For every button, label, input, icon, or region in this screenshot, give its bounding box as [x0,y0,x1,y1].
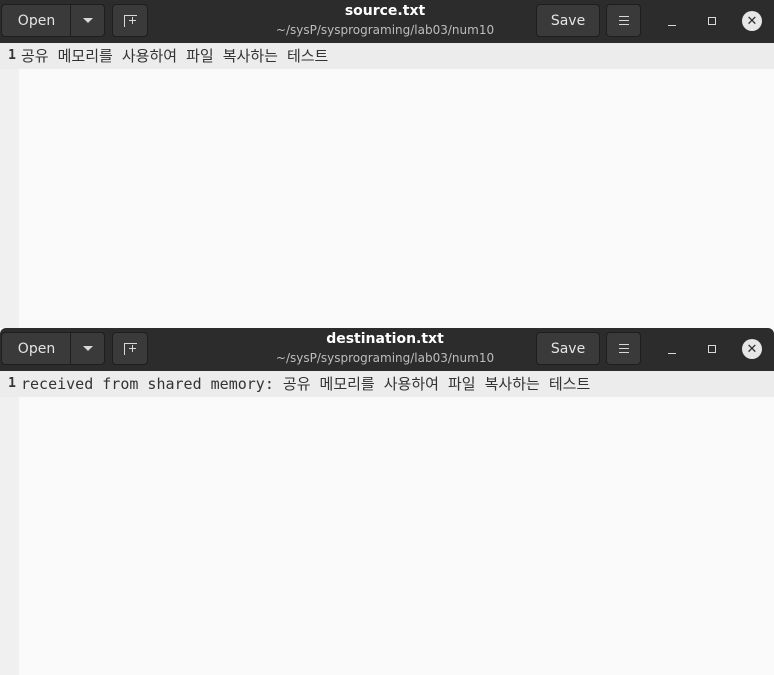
open-recent-dropdown-button[interactable] [70,4,105,37]
editor-window-source: Open source.txt ~/sysP/sysprograming/lab… [0,0,774,328]
window-title: destination.txt [326,331,444,347]
open-button[interactable]: Open [1,332,71,365]
close-icon: ✕ [742,11,762,31]
open-button[interactable]: Open [1,4,71,37]
text-area[interactable]: 공유 메모리를 사용하여 파일 복사하는 테스트 [19,43,774,328]
line-number-gutter: 1 [0,43,19,328]
minimize-icon [668,352,676,354]
new-document-icon [123,342,137,355]
save-button-label: Save [550,12,586,29]
minimize-button[interactable] [661,338,683,360]
maximize-button[interactable] [701,338,723,360]
new-document-button[interactable] [112,332,148,365]
save-button-label: Save [550,340,586,357]
maximize-icon [708,345,716,353]
new-document-icon [123,14,137,27]
maximize-button[interactable] [701,10,723,32]
save-button[interactable]: Save [536,332,600,365]
window-title-block: destination.txt ~/sysP/sysprograming/lab… [200,332,570,364]
line-number: 1 [0,371,19,397]
maximize-icon [708,17,716,25]
window-subtitle-path: ~/sysP/sysprograming/lab03/num10 [275,23,495,37]
text-area[interactable]: received from shared memory: 공유 메모리를 사용하… [19,371,774,675]
open-button-label: Open [17,340,56,357]
headerbar: Open destination.txt ~/sysP/sysprogramin… [0,328,774,371]
window-subtitle-path: ~/sysP/sysprograming/lab03/num10 [275,351,495,365]
main-menu-button[interactable] [606,4,641,37]
line-number: 1 [0,43,19,69]
hamburger-menu-icon [618,16,629,25]
line-number-gutter: 1 [0,371,19,675]
close-icon: ✕ [742,339,762,359]
editor-window-destination: Open destination.txt ~/sysP/sysprogramin… [0,328,774,675]
text-editor[interactable]: 1 received from shared memory: 공유 메모리를 사… [0,371,774,675]
save-button[interactable]: Save [536,4,600,37]
hamburger-menu-icon [618,344,629,353]
minimize-icon [668,24,676,26]
window-title-block: source.txt ~/sysP/sysprograming/lab03/nu… [200,4,570,36]
minimize-button[interactable] [661,10,683,32]
chevron-down-icon [82,18,93,23]
main-menu-button[interactable] [606,332,641,365]
text-line[interactable]: 공유 메모리를 사용하여 파일 복사하는 테스트 [19,43,774,69]
text-editor[interactable]: 1 공유 메모리를 사용하여 파일 복사하는 테스트 [0,43,774,328]
headerbar: Open source.txt ~/sysP/sysprograming/lab… [0,0,774,43]
text-line[interactable]: received from shared memory: 공유 메모리를 사용하… [19,371,774,397]
open-button-label: Open [17,12,56,29]
chevron-down-icon [82,346,93,351]
close-button[interactable]: ✕ [741,338,763,360]
close-button[interactable]: ✕ [741,10,763,32]
window-title: source.txt [344,3,426,19]
open-recent-dropdown-button[interactable] [70,332,105,365]
new-document-button[interactable] [112,4,148,37]
